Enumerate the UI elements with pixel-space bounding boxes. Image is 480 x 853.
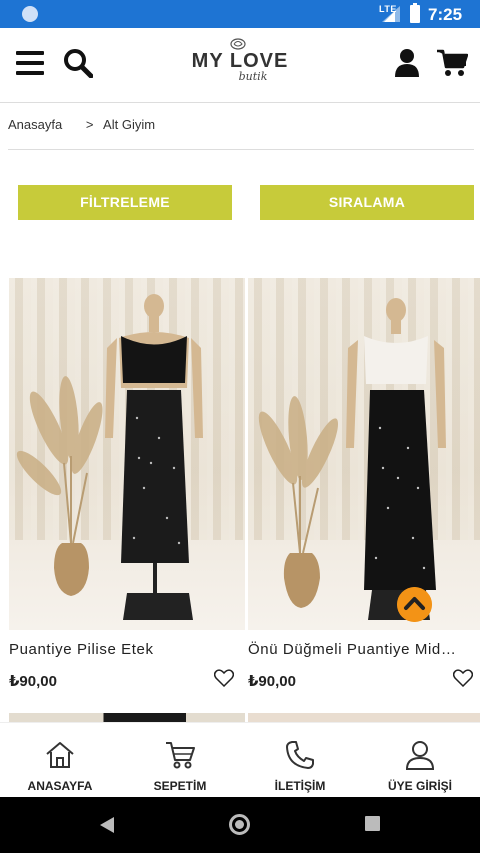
- brand-logo[interactable]: MY LOVE butik: [180, 36, 300, 96]
- nav-cart-label: SEPETİM: [153, 779, 207, 793]
- cart-icon[interactable]: [436, 48, 468, 78]
- nav-cart[interactable]: SEPETİM: [120, 723, 240, 798]
- nav-login[interactable]: ÜYE GİRİŞİ: [360, 723, 480, 798]
- product-card[interactable]: Önü Düğmeli Puantiye Midi Etek ₺90,00: [248, 278, 480, 690]
- filter-button[interactable]: FİLTRELEME: [18, 185, 232, 220]
- product-name[interactable]: Puantiye Pilise Etek: [9, 641, 219, 658]
- product-price: ₺90,00: [9, 673, 57, 690]
- home-circle-icon[interactable]: [229, 814, 250, 835]
- breadcrumb-current: Alt Giyim: [103, 117, 156, 132]
- product-image[interactable]: [9, 278, 245, 630]
- status-bar: LTE 7:25: [0, 0, 480, 28]
- home-icon: [46, 742, 74, 768]
- user-icon[interactable]: [394, 48, 420, 78]
- product-image[interactable]: [248, 278, 480, 630]
- nav-contact[interactable]: İLETİŞİM: [240, 723, 360, 798]
- app-header: MY LOVE butik: [0, 28, 480, 103]
- product-price: ₺90,00: [248, 673, 296, 690]
- signal-icon: [382, 6, 400, 22]
- nav-login-label: ÜYE GİRİŞİ: [387, 779, 452, 793]
- breadcrumb: Anasayfa > Alt Giyim: [8, 117, 155, 132]
- back-icon[interactable]: [100, 817, 114, 833]
- breadcrumb-home[interactable]: Anasayfa: [8, 117, 62, 132]
- sort-button[interactable]: SIRALAMA: [260, 185, 474, 220]
- nav-home[interactable]: ANASAYFA: [0, 723, 120, 798]
- breadcrumb-separator: >: [85, 117, 94, 132]
- divider: [8, 149, 474, 150]
- recent-apps-icon[interactable]: [365, 816, 380, 831]
- product-name[interactable]: Önü Düğmeli Puantiye Midi Etek: [248, 641, 458, 658]
- product-card[interactable]: Puantiye Pilise Etek ₺90,00: [9, 278, 245, 690]
- nav-contact-label: İLETİŞİM: [274, 779, 326, 793]
- user-icon: [405, 741, 435, 770]
- cart-icon: [166, 742, 195, 769]
- menu-icon[interactable]: [16, 51, 44, 75]
- heart-icon[interactable]: [453, 669, 473, 687]
- system-navigation-bar: [0, 797, 480, 853]
- scroll-to-top-icon[interactable]: [397, 587, 432, 622]
- notification-dot-icon: [22, 6, 38, 22]
- nav-home-label: ANASAYFA: [27, 779, 93, 793]
- clock: 7:25: [428, 5, 463, 24]
- phone-icon: [286, 741, 314, 769]
- heart-icon[interactable]: [214, 669, 234, 687]
- battery-icon: [410, 3, 420, 23]
- bottom-navigation: ANASAYFA SEPETİM İLETİŞİM ÜYE GİRİŞİ: [0, 722, 480, 797]
- rose-logo-icon: [230, 38, 246, 50]
- search-icon[interactable]: [63, 48, 93, 78]
